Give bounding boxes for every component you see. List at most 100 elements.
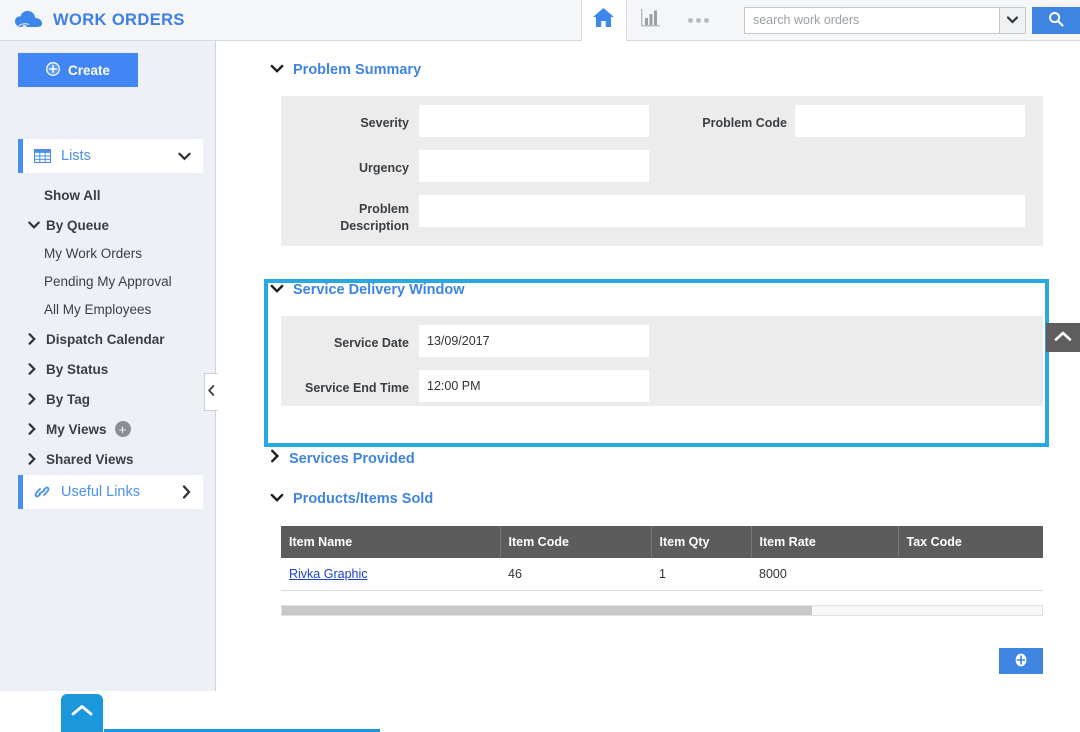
section-title: Products/Items Sold — [293, 491, 434, 507]
chevron-down-icon — [270, 281, 284, 299]
add-item-button[interactable] — [999, 648, 1043, 674]
service-date-input[interactable] — [419, 325, 649, 357]
home-button[interactable] — [580, 0, 627, 41]
chevron-down-icon — [178, 152, 191, 161]
home-icon — [592, 7, 615, 33]
page-scroll-to-top-button[interactable] — [1046, 323, 1080, 352]
section-header-products-items-sold[interactable]: Products/Items Sold — [217, 490, 1080, 508]
sidebar-item-label: By Status — [46, 361, 109, 377]
products-items-table: Item Name Item Code Item Qty Item Rate T… — [281, 526, 1043, 591]
column-header-item-code[interactable]: Item Code — [500, 526, 652, 558]
severity-input[interactable] — [419, 105, 649, 137]
section-title: Services Provided — [289, 450, 415, 467]
more-options-button[interactable] — [674, 0, 722, 41]
chevron-right-icon — [270, 449, 280, 468]
chevron-right-icon — [182, 485, 191, 499]
sidebar-item-label: My Work Orders — [44, 245, 143, 261]
chevron-up-icon — [1054, 329, 1072, 347]
column-header-item-name[interactable]: Item Name — [281, 526, 501, 558]
section-header-services-provided[interactable]: Services Provided — [217, 449, 1080, 468]
plus-circle-icon — [46, 61, 60, 79]
field-label-problem-code: Problem Code — [702, 116, 787, 130]
chevron-up-icon — [71, 704, 93, 722]
section-header-problem-summary[interactable]: Problem Summary — [217, 61, 1080, 79]
horizontal-scrollbar[interactable] — [281, 605, 1043, 616]
cell-item-qty: 1 — [651, 558, 751, 591]
create-button[interactable]: Create — [18, 53, 138, 87]
field-label-service-date: Service Date — [333, 336, 409, 350]
link-icon — [27, 484, 57, 500]
sidebar-item-by-status[interactable]: By Status — [0, 355, 216, 383]
chevron-right-icon — [28, 423, 44, 435]
top-header-bar: WORK ORDERS — [0, 0, 1080, 41]
chevron-right-icon — [28, 453, 44, 465]
problem-summary-panel: Severity Problem Code Urgency Problem De… — [281, 96, 1043, 246]
create-button-label: Create — [67, 62, 111, 78]
chevron-left-icon — [207, 383, 215, 401]
add-view-button[interactable]: + — [114, 421, 131, 437]
sidebar-item-useful-links-label: Useful Links — [61, 484, 140, 500]
column-header-tax-code[interactable]: Tax Code — [898, 526, 1043, 558]
ellipsis-icon — [687, 17, 709, 23]
table-row: Rivka Graphic 46 1 8000 — [281, 558, 1043, 591]
sidebar-item-lists-label: Lists — [61, 148, 91, 164]
field-label-severity: Severity — [360, 116, 409, 130]
chevron-right-icon — [28, 393, 44, 405]
grid-icon — [27, 149, 57, 163]
cell-tax-code — [898, 558, 1043, 591]
sidebar-item-by-queue[interactable]: By Queue — [0, 211, 216, 239]
search-icon — [1048, 11, 1064, 30]
brand-logo-area[interactable]: WORK ORDERS — [0, 0, 581, 41]
left-sidebar: Create Lists Show All By Queue My Work O… — [0, 41, 380, 732]
sidebar-item-lists[interactable]: Lists — [18, 139, 203, 173]
bar-chart-icon — [640, 8, 661, 32]
search-area — [743, 6, 1080, 34]
cell-item-code: 46 — [500, 558, 651, 591]
sidebar-item-label: My Views — [46, 421, 107, 437]
service-end-time-input[interactable] — [419, 370, 649, 402]
problem-description-input[interactable] — [419, 195, 1025, 227]
horizontal-scrollbar-thumb[interactable] — [282, 606, 812, 615]
field-label-service-end-time: Service End Time — [305, 381, 409, 395]
problem-code-input[interactable] — [795, 105, 1025, 137]
item-name-link[interactable]: Rivka Graphic — [289, 567, 368, 581]
sidebar-item-dispatch-calendar[interactable]: Dispatch Calendar — [0, 325, 216, 353]
sidebar-item-my-views[interactable]: My Views + — [0, 415, 216, 443]
sidebar-item-all-my-employees[interactable]: All My Employees — [0, 295, 216, 323]
search-scope-dropdown[interactable] — [998, 6, 1026, 34]
service-delivery-window-panel: Service Date Service End Time — [281, 316, 1043, 406]
cell-item-name: Rivka Graphic — [281, 558, 500, 591]
urgency-input[interactable] — [419, 150, 649, 182]
sidebar-item-label: By Tag — [46, 391, 91, 407]
cloud-icon — [14, 10, 44, 30]
chevron-down-icon — [1006, 11, 1019, 29]
section-title: Problem Summary — [293, 62, 422, 78]
chevron-right-icon — [28, 363, 44, 375]
sidebar-item-by-tag[interactable]: By Tag — [0, 385, 216, 413]
sidebar-item-label: Shared Views — [46, 451, 134, 467]
sidebar-collapse-handle[interactable] — [204, 373, 218, 411]
search-input[interactable] — [743, 6, 999, 34]
chevron-down-icon — [270, 61, 284, 79]
reports-button[interactable] — [627, 0, 675, 41]
sidebar-item-my-work-orders[interactable]: My Work Orders — [0, 239, 216, 267]
sidebar-item-pending-my-approval[interactable]: Pending My Approval — [0, 267, 216, 295]
sidebar-item-label: Show All — [44, 187, 101, 203]
sidebar-item-label: By Queue — [46, 217, 110, 233]
scroll-to-top-button[interactable] — [61, 694, 103, 732]
sidebar-item-useful-links[interactable]: Useful Links — [18, 475, 203, 509]
search-button[interactable] — [1031, 6, 1080, 34]
column-header-item-rate[interactable]: Item Rate — [751, 526, 899, 558]
column-header-item-qty[interactable]: Item Qty — [651, 526, 752, 558]
field-label-problem-description: Problem Description — [340, 202, 409, 233]
table-header-row: Item Name Item Code Item Qty Item Rate T… — [281, 526, 1043, 558]
app-title: WORK ORDERS — [53, 10, 185, 29]
chevron-right-icon — [28, 333, 44, 345]
section-title: Service Delivery Window — [293, 282, 465, 298]
section-header-service-delivery-window[interactable]: Service Delivery Window — [217, 281, 1080, 299]
sidebar-item-shared-views[interactable]: Shared Views — [0, 445, 216, 473]
field-label-urgency: Urgency — [358, 161, 409, 175]
sidebar-item-show-all[interactable]: Show All — [0, 181, 216, 209]
sidebar-item-label: Pending My Approval — [44, 273, 172, 289]
cell-item-rate: 8000 — [751, 558, 898, 591]
